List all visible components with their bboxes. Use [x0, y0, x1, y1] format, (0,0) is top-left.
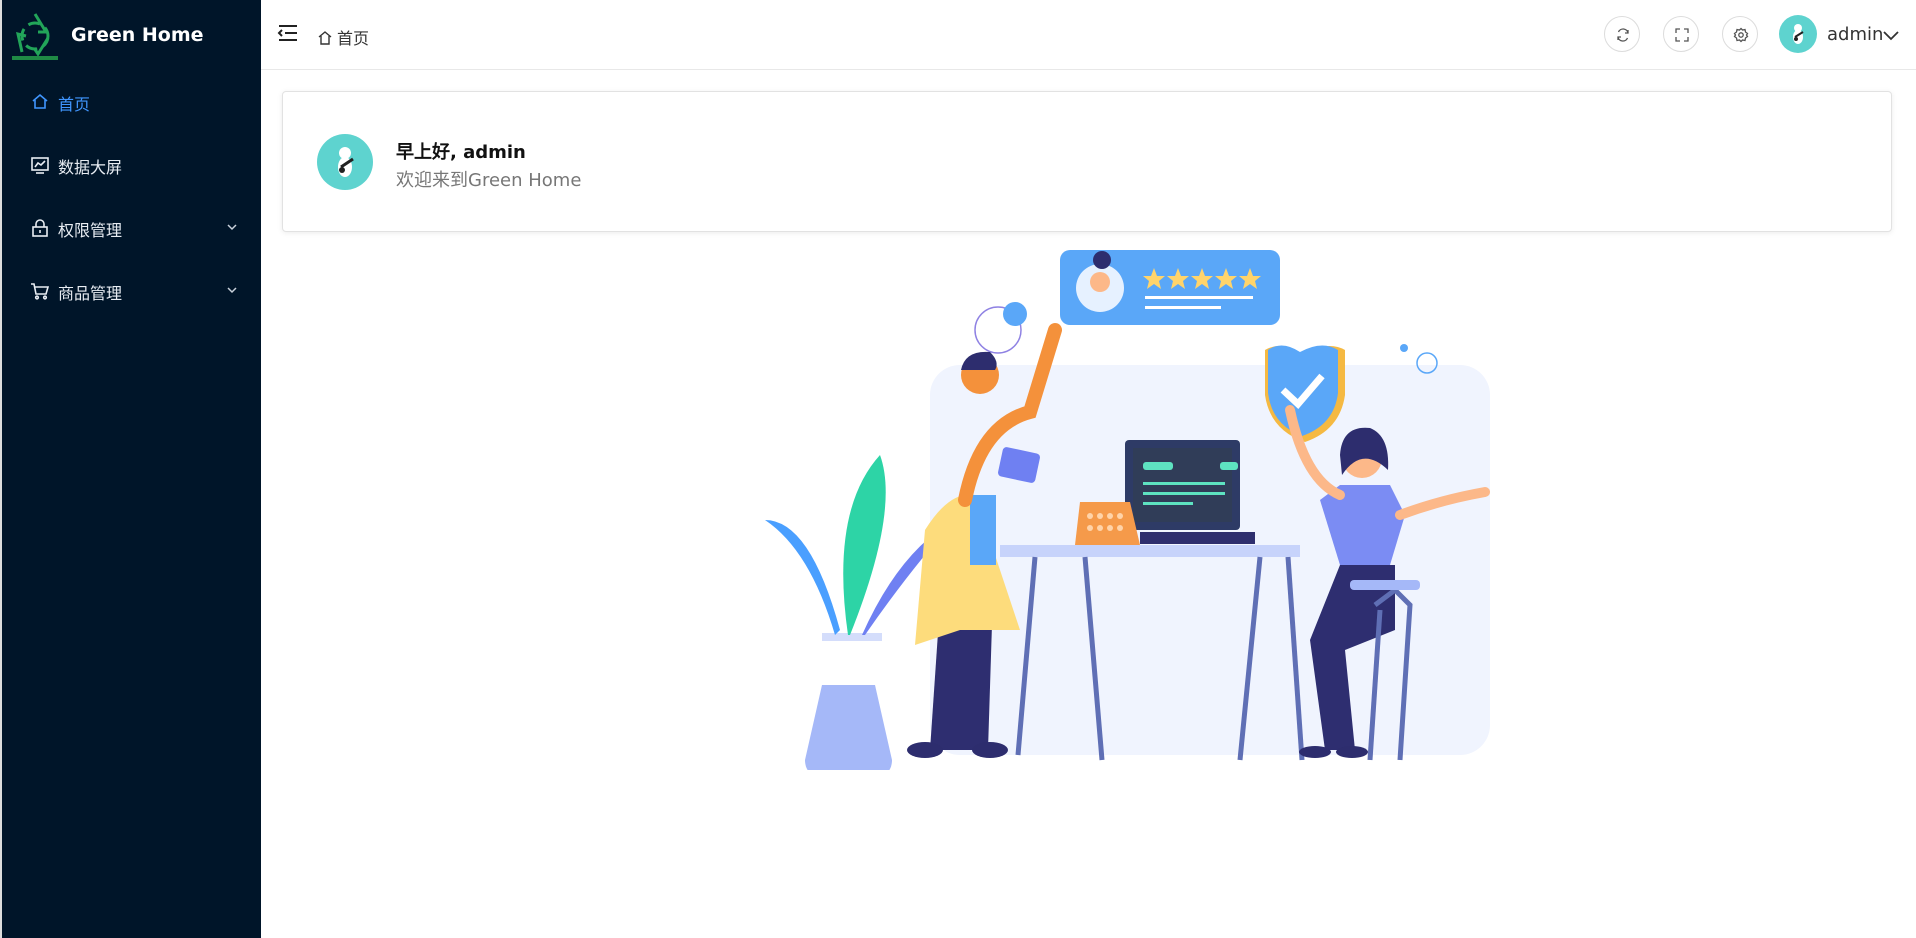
avatar-figure-icon — [1793, 24, 1804, 44]
avatar-figure-icon — [338, 147, 354, 177]
sidebar-item-label: 权限管理 — [58, 221, 123, 240]
home-icon — [32, 93, 48, 109]
decor-circle — [1003, 302, 1027, 326]
home-icon — [318, 31, 332, 45]
sidebar-item-label: 商品管理 — [58, 284, 123, 303]
avatar — [317, 134, 373, 190]
breadcrumb[interactable]: 首页 — [317, 25, 369, 49]
chevron-down-icon — [227, 224, 237, 231]
sidebar-item-products[interactable]: 商品管理 — [2, 265, 263, 317]
decor-circle — [1400, 344, 1408, 352]
greeting-text: 早上好, admin — [396, 142, 526, 163]
sidebar-item-label: 数据大屏 — [58, 158, 123, 177]
menu-fold-icon[interactable] — [277, 22, 299, 44]
refresh-button[interactable] — [1604, 16, 1640, 52]
user-name[interactable]: admin — [1827, 24, 1883, 45]
refresh-icon — [1617, 28, 1629, 42]
sidebar-item-label: 首页 — [58, 95, 91, 114]
sidebar-item-home[interactable]: 首页 — [2, 76, 263, 128]
rating-card-illustration — [1060, 250, 1280, 325]
settings-icon — [1733, 27, 1749, 43]
lock-icon — [32, 219, 48, 237]
laptop-illustration — [1125, 440, 1255, 544]
welcome-card: 早上好, admin 欢迎来到Green Home — [282, 91, 1892, 232]
avatar[interactable] — [1779, 15, 1817, 53]
brand-title: Green Home — [71, 24, 204, 46]
fullscreen-button[interactable] — [1663, 16, 1699, 52]
chevron-down-icon[interactable] — [1882, 27, 1900, 43]
cart-icon — [31, 283, 50, 300]
sidebar: Green Home 首页 数据大屏 权限管理 商品管理 — [0, 0, 261, 938]
sidebar-item-dashboard[interactable]: 数据大屏 — [2, 139, 263, 191]
team-illustration — [765, 250, 1490, 770]
breadcrumb-label: 首页 — [337, 31, 370, 48]
settings-button[interactable] — [1722, 16, 1758, 52]
brand[interactable]: Green Home — [2, 0, 263, 68]
chart-icon — [31, 157, 49, 174]
fullscreen-icon — [1675, 28, 1689, 42]
top-header: 首页 admin — [261, 0, 1916, 70]
welcome-message: 欢迎来到Green Home — [396, 170, 582, 191]
recycle-logo-icon — [12, 13, 58, 60]
sidebar-item-permissions[interactable]: 权限管理 — [2, 202, 263, 254]
calendar-illustration — [1075, 502, 1140, 545]
chevron-down-icon — [227, 287, 237, 294]
